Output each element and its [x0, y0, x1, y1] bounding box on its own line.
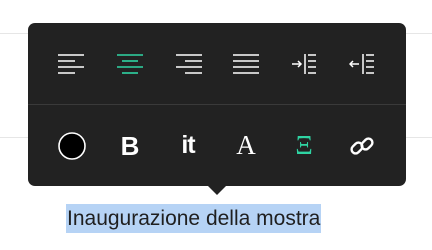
toolbar-pointer: [207, 185, 227, 195]
align-left-icon: [58, 53, 84, 74]
italic-button[interactable]: it: [168, 126, 208, 166]
heading-icon: Ξ: [295, 130, 313, 160]
align-center-icon: [117, 53, 143, 74]
font-icon: A: [236, 130, 256, 160]
italic-icon: it: [181, 131, 195, 159]
align-justify-icon: [233, 53, 259, 74]
style-row: B it A Ξ: [28, 105, 406, 186]
align-center-button[interactable]: [110, 44, 150, 84]
alignment-row: [28, 23, 406, 104]
bold-button[interactable]: B: [110, 126, 150, 166]
selected-text[interactable]: Inaugurazione della mostra: [66, 204, 322, 233]
formatting-toolbar: B it A Ξ: [28, 23, 406, 186]
color-circle-icon: [58, 131, 86, 160]
align-left-button[interactable]: [52, 44, 92, 84]
indent-button[interactable]: [284, 44, 324, 84]
indent-icon: [292, 53, 316, 74]
outdent-icon: [349, 53, 374, 74]
link-button[interactable]: [342, 126, 382, 166]
text-color-button[interactable]: [52, 126, 92, 166]
outdent-button[interactable]: [342, 44, 382, 84]
bold-icon: B: [120, 130, 140, 161]
align-justify-button[interactable]: [226, 44, 266, 84]
heading-button[interactable]: Ξ: [284, 126, 324, 166]
align-right-button[interactable]: [168, 44, 208, 84]
align-right-icon: [176, 53, 202, 74]
font-button[interactable]: A: [226, 126, 266, 166]
link-icon: [350, 136, 374, 155]
